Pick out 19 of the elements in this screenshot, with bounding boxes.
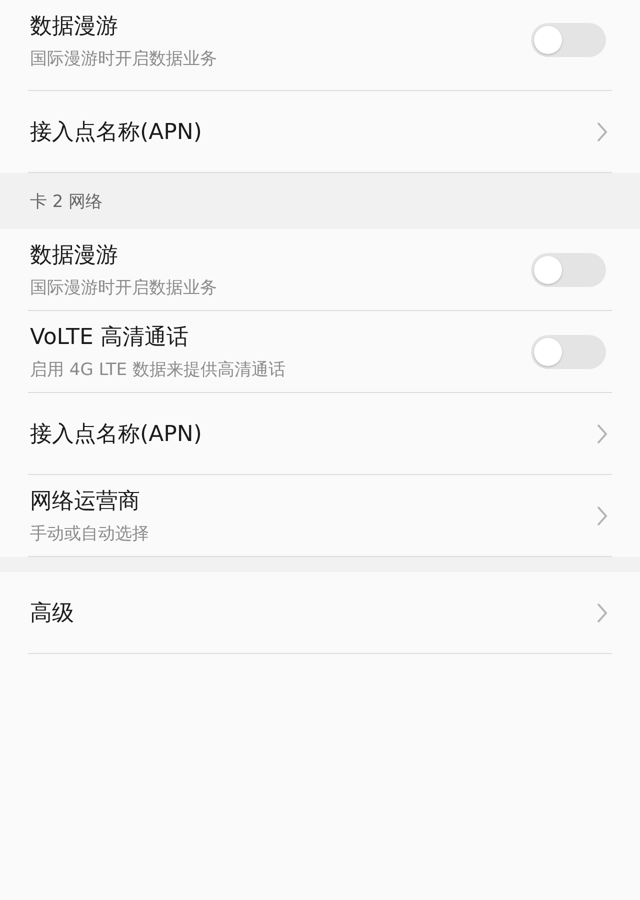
setting-title: 网络运营商: [30, 488, 141, 516]
toggle-switch[interactable]: [531, 334, 606, 368]
chevron-icon: [596, 602, 608, 624]
chevron-icon: [596, 422, 608, 444]
setting-subtitle: 启用 4G LTE 数据来提供高清通话: [30, 359, 286, 381]
section-header: 卡 2 网络: [30, 190, 103, 212]
setting-subtitle: 手动或自动选择: [30, 523, 149, 545]
setting-title: VoLTE 高清通话: [30, 324, 190, 352]
toggle-switch[interactable]: [531, 23, 606, 57]
chevron-icon: [596, 120, 608, 142]
setting-title: 数据漫游: [30, 242, 119, 270]
setting-title: 接入点名称(APN): [30, 118, 202, 146]
setting-subtitle: 国际漫游时开启数据业务: [30, 48, 217, 70]
setting-title: 数据漫游: [30, 12, 119, 40]
setting-title: 高级: [30, 600, 74, 628]
chevron-icon: [596, 504, 608, 526]
setting-subtitle: 国际漫游时开启数据业务: [30, 277, 217, 299]
toggle-switch[interactable]: [531, 252, 606, 286]
setting-title: 接入点名称(APN): [30, 420, 202, 448]
